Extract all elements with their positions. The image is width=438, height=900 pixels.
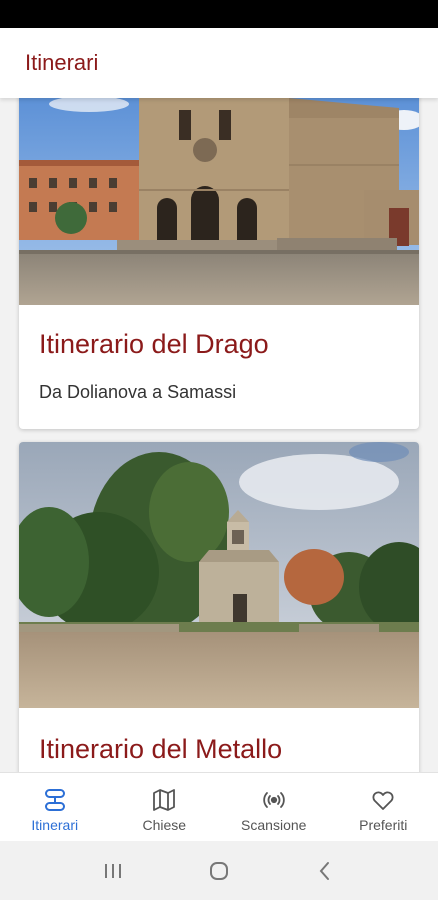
heart-icon [372,791,394,810]
chapel-photo [19,442,419,708]
home-button[interactable] [199,851,239,891]
card-title: Itinerario del Metallo [39,734,283,764]
nav-scansione[interactable]: Scansione [219,773,329,841]
status-bar [0,0,438,28]
system-navigation-bar [0,841,438,900]
nav-label: Preferiti [359,817,408,833]
itinerary-list[interactable]: Itinerario del Drago Da Dolianova a Sama… [0,98,438,772]
route-icon [44,789,65,811]
bottom-navigation: Itinerari Chiese Scansione Preferiti [0,772,438,841]
nav-label: Itinerari [31,817,79,833]
app-bar: Itinerari [0,28,438,98]
nav-chiese[interactable]: Chiese [110,773,220,841]
back-button[interactable] [305,851,345,891]
card-subtitle: Da Dolianova a Samassi [39,382,237,402]
recent-apps-icon [105,863,121,878]
page-title: Itinerari [25,50,99,75]
itinerary-card-drago[interactable]: Itinerario del Drago Da Dolianova a Sama… [19,98,419,429]
nav-preferiti[interactable]: Preferiti [329,773,438,841]
broadcast-icon [262,792,285,808]
map-icon [153,789,176,811]
nav-itinerari[interactable]: Itinerari [0,773,110,841]
back-icon [319,861,329,880]
itinerary-card-metallo[interactable]: Itinerario del Metallo [19,442,419,772]
home-icon [210,861,228,880]
church-photo [19,98,419,305]
nav-label: Chiese [142,817,187,833]
recent-apps-button[interactable] [93,851,133,891]
nav-label: Scansione [241,817,307,833]
card-title: Itinerario del Drago [39,329,269,359]
